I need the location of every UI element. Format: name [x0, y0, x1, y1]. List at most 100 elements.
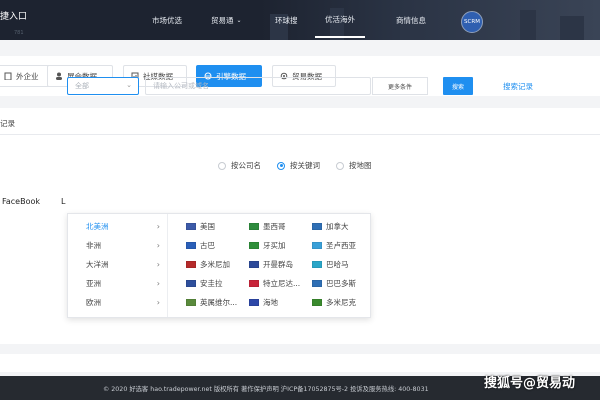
country-label: 英属维尔...	[200, 298, 238, 307]
country-label: 巴哈马	[326, 260, 349, 269]
flag-icon	[312, 242, 322, 249]
nav-label: 市场优选	[152, 15, 182, 25]
chevron-right-icon: ›	[156, 279, 160, 288]
country-label: 圣卢西亚	[326, 241, 356, 250]
country-item[interactable]: 巴哈马	[312, 255, 349, 274]
region-oceania[interactable]: 大洋洲 ›	[68, 255, 168, 274]
country-item[interactable]: 开曼群岛	[249, 255, 293, 274]
region-europe[interactable]: 欧洲 ›	[68, 293, 168, 312]
region-label: 欧洲	[86, 298, 101, 307]
region-dropdown: 北美洲 › 非洲 › 大洋洲 › 亚洲 › 欧洲 › 美国 墨西哥 加拿大古巴 牙买加 圣卢西亚多…	[67, 213, 371, 318]
region-label: 亚洲	[86, 279, 101, 288]
country-item[interactable]: 墨西哥	[249, 217, 286, 236]
radio-dot	[336, 161, 344, 170]
nav-label: 优活海外	[325, 14, 355, 24]
region-label: 大洋洲	[86, 260, 109, 269]
region-label: 北美洲	[86, 222, 109, 231]
radio-by-keyword[interactable]: 按关键词	[277, 160, 320, 171]
radio-label: 按地图	[349, 161, 372, 170]
source-l[interactable]: L	[61, 197, 65, 206]
top-header: 捷入口 781 市场优选 贸易通 ⌄ 环球搜 优活海外 商情信息 SCRM	[0, 0, 600, 40]
nav-item-overseas[interactable]: 优活海外	[315, 2, 365, 38]
skyline-building	[560, 16, 584, 40]
chevron-right-icon: ›	[156, 241, 160, 250]
country-item[interactable]: 加拿大	[312, 217, 349, 236]
country-item[interactable]: 安圭拉	[186, 274, 223, 293]
country-label: 多米尼加	[200, 260, 230, 269]
flag-icon	[186, 261, 196, 268]
more-options-button[interactable]: 更多条件	[372, 77, 428, 95]
flag-icon	[249, 280, 259, 287]
skyline-building	[520, 10, 536, 40]
flag-icon	[186, 242, 196, 249]
radio-by-company[interactable]: 按公司名	[218, 160, 261, 171]
flag-icon	[186, 223, 196, 230]
country-label: 海地	[263, 298, 278, 307]
country-item[interactable]: 牙买加	[249, 236, 286, 255]
search-mode-radios: 按公司名 按关键词 按地图	[218, 160, 388, 171]
nav-item-market[interactable]: 市场优选	[152, 0, 182, 40]
country-item[interactable]: 特立尼达...	[249, 274, 300, 293]
country-label: 美国	[200, 222, 215, 231]
radio-dot	[277, 161, 285, 170]
radio-label: 按关键词	[290, 161, 320, 170]
country-label: 牙买加	[263, 241, 286, 250]
flag-icon	[312, 280, 322, 287]
building-icon	[4, 72, 12, 81]
nav-item-global-search[interactable]: 环球搜	[275, 0, 298, 40]
nav-item-business-info[interactable]: 商情信息	[396, 0, 426, 40]
radio-label: 按公司名	[231, 161, 261, 170]
region-label: 非洲	[86, 241, 101, 250]
source-facebook[interactable]: FaceBook	[2, 197, 40, 206]
flag-icon	[312, 261, 322, 268]
country-item[interactable]: 巴巴多斯	[312, 274, 356, 293]
flag-icon	[186, 280, 196, 287]
search-record-link[interactable]: 搜索记录	[503, 81, 533, 92]
chevron-down-icon: ⌄	[236, 16, 242, 24]
region-north-america[interactable]: 北美洲 ›	[68, 217, 168, 236]
header-logo[interactable]: 捷入口	[0, 9, 27, 22]
flag-icon	[249, 261, 259, 268]
region-africa[interactable]: 非洲 ›	[68, 236, 168, 255]
country-label: 特立尼达...	[263, 279, 301, 288]
region-list: 北美洲 › 非洲 › 大洋洲 › 亚洲 › 欧洲 ›	[68, 214, 168, 317]
flag-icon	[249, 223, 259, 230]
watermark: 搜狐号@贸易动	[484, 376, 576, 391]
flag-icon	[249, 242, 259, 249]
region-asia[interactable]: 亚洲 ›	[68, 274, 168, 293]
country-item[interactable]: 多米尼克	[312, 293, 356, 312]
country-label: 加拿大	[326, 222, 349, 231]
panel-title: 记录	[0, 119, 15, 128]
country-label: 古巴	[200, 241, 215, 250]
country-item[interactable]: 多米尼加	[186, 255, 230, 274]
country-label: 墨西哥	[263, 222, 286, 231]
nav-label: 贸易通	[211, 15, 234, 25]
content-strip	[0, 354, 600, 372]
chevron-right-icon: ›	[156, 260, 160, 269]
country-label: 多米尼克	[326, 298, 356, 307]
chevron-right-icon: ›	[156, 298, 160, 307]
header-skyline	[260, 0, 600, 40]
country-item[interactable]: 古巴	[186, 236, 215, 255]
scrm-button[interactable]: SCRM	[461, 11, 483, 33]
nav-label: 商情信息	[396, 15, 426, 25]
tab-label: 外企业	[16, 71, 39, 81]
country-label: 巴巴多斯	[326, 279, 356, 288]
country-label: 安圭拉	[200, 279, 223, 288]
country-label: 开曼群岛	[263, 260, 293, 269]
nav-item-trade[interactable]: 贸易通 ⌄	[211, 0, 242, 40]
country-item[interactable]: 圣卢西亚	[312, 236, 356, 255]
region-select-value: 全部	[75, 82, 89, 90]
radio-by-map[interactable]: 按地图	[336, 160, 372, 171]
country-item[interactable]: 美国	[186, 217, 215, 236]
divider	[0, 134, 600, 135]
region-select[interactable]: 全部 ⌄	[67, 77, 139, 95]
chevron-down-icon: ⌄	[126, 81, 132, 89]
flag-icon	[249, 299, 259, 306]
country-item[interactable]: 英属维尔...	[186, 293, 237, 312]
chevron-right-icon: ›	[156, 222, 160, 231]
country-item[interactable]: 海地	[249, 293, 278, 312]
search-button[interactable]: 搜索	[443, 77, 473, 95]
search-input[interactable]: 请输入公司或域名	[145, 77, 371, 95]
search-placeholder: 请输入公司或域名	[153, 82, 209, 90]
